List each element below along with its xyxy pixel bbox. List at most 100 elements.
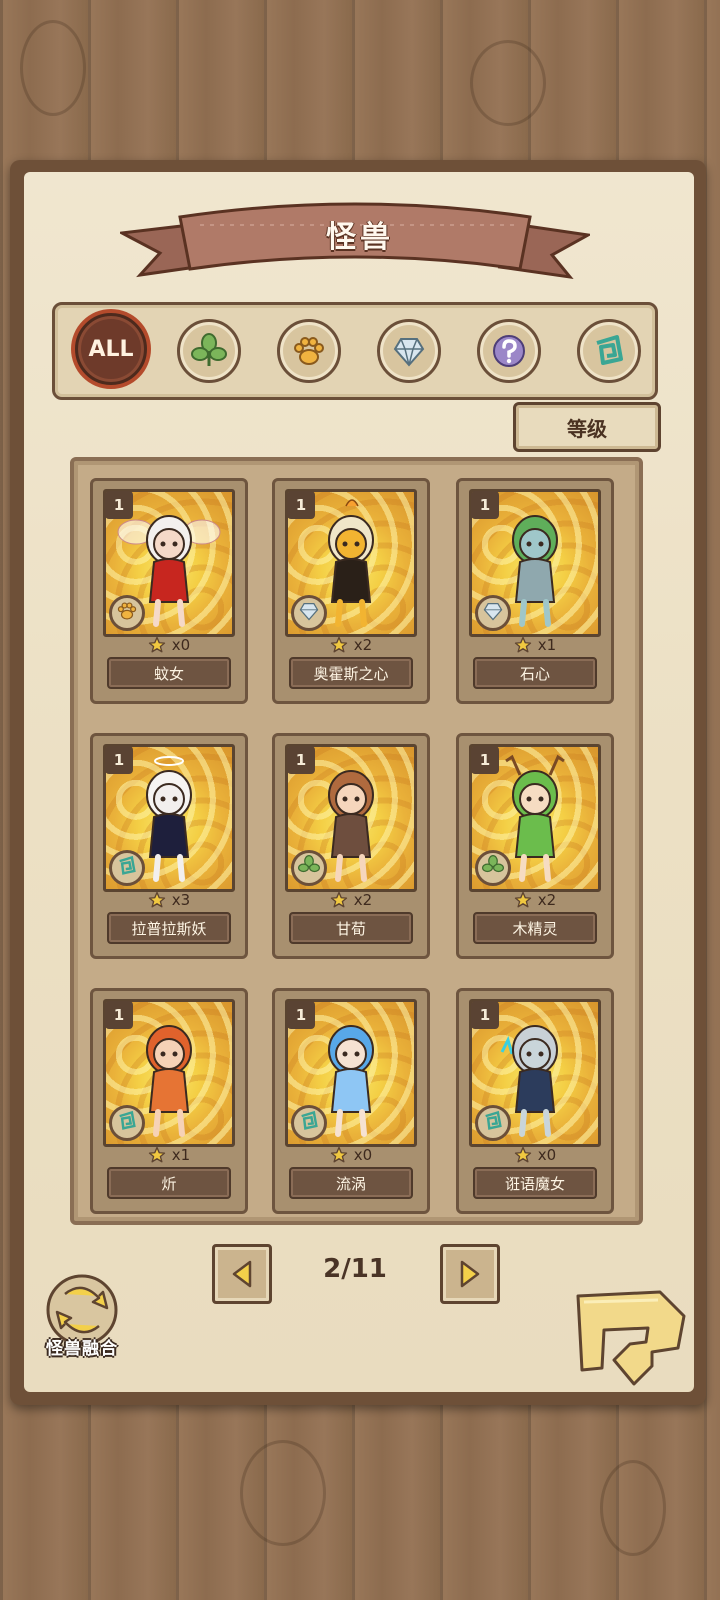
owned-count: x3: [93, 889, 245, 911]
type-badge: [109, 1105, 145, 1141]
monster-card[interactable]: 1 x2 甘荀: [272, 733, 430, 959]
paw-icon: [294, 337, 324, 365]
count-label: x1: [171, 1146, 191, 1164]
monster-card[interactable]: 1 x0 蚊女: [90, 478, 248, 704]
page-title: 怪兽: [326, 220, 394, 255]
monster-name: 木精灵: [473, 912, 597, 944]
star-icon: [514, 1146, 531, 1163]
owned-count: x1: [459, 634, 611, 656]
filter-beast-button[interactable]: [277, 319, 341, 383]
level-badge: 1: [471, 746, 499, 774]
star-icon: [514, 636, 531, 653]
monster-card[interactable]: 1 x2 奥霍斯之心: [272, 478, 430, 704]
filter-plant-button[interactable]: [177, 319, 241, 383]
spiral-icon: [482, 1110, 504, 1136]
spiral-icon: [596, 335, 623, 365]
arrow-left-icon: [232, 1260, 252, 1288]
count-label: x0: [171, 636, 191, 654]
count-label: x1: [537, 636, 557, 654]
star-icon: [330, 891, 347, 908]
owned-count: x0: [275, 1144, 427, 1166]
count-label: x2: [353, 891, 373, 909]
level-badge: 1: [105, 1001, 133, 1029]
monster-name: 拉普拉斯妖: [107, 912, 231, 944]
monster-name: 流涡: [289, 1167, 413, 1199]
owned-count: x0: [93, 634, 245, 656]
wood-knot: [600, 1460, 666, 1556]
monster-card[interactable]: 1 x1 石心: [456, 478, 614, 704]
filter-all-label: ALL: [88, 336, 134, 362]
spiral-icon: [116, 1110, 138, 1136]
filter-mineral-button[interactable]: [377, 319, 441, 383]
leaf-icon: [482, 855, 504, 881]
monster-name: 蚊女: [107, 657, 231, 689]
return-button[interactable]: [574, 1288, 690, 1388]
paw-icon: [116, 600, 138, 626]
star-icon: [514, 891, 531, 908]
leaf-icon: [191, 333, 227, 366]
owned-count: x1: [93, 1144, 245, 1166]
count-label: x0: [537, 1146, 557, 1164]
fusion-label: 怪兽融合: [46, 1339, 118, 1359]
star-icon: [148, 1146, 165, 1163]
page-indicator: 2/11: [323, 1254, 387, 1284]
monster-name: 炘: [107, 1167, 231, 1199]
monster-name: 石心: [473, 657, 597, 689]
type-badge: [291, 850, 327, 886]
spiral-icon: [116, 855, 138, 881]
monster-card[interactable]: 1 x2 木精灵: [456, 733, 614, 959]
leaf-icon: [298, 855, 320, 881]
star-icon: [330, 1146, 347, 1163]
level-badge: 1: [287, 746, 315, 774]
filter-unknown-button[interactable]: [477, 319, 541, 383]
crystal-icon: [393, 338, 425, 367]
next-page-button[interactable]: [440, 1244, 500, 1304]
owned-count: x0: [459, 1144, 611, 1166]
question-icon: [493, 335, 525, 367]
level-badge: 1: [471, 491, 499, 519]
monster-card[interactable]: 1 x0 流涡: [272, 988, 430, 1214]
filter-spirit-button[interactable]: [577, 319, 641, 383]
monster-card[interactable]: 1 x0 诳语魔女: [456, 988, 614, 1214]
crystal-icon: [482, 600, 504, 626]
spiral-icon: [298, 1110, 320, 1136]
type-badge: [475, 1105, 511, 1141]
owned-count: x2: [275, 889, 427, 911]
sort-level-button[interactable]: 等级: [513, 402, 661, 452]
star-icon: [148, 891, 165, 908]
level-badge: 1: [287, 1001, 315, 1029]
monster-name: 诳语魔女: [473, 1167, 597, 1199]
type-badge: [109, 595, 145, 631]
wood-knot: [240, 1440, 326, 1546]
count-label: x0: [353, 1146, 373, 1164]
monster-card[interactable]: 1 x1 炘: [90, 988, 248, 1214]
crystal-icon: [298, 600, 320, 626]
monster-name: 奥霍斯之心: [289, 657, 413, 689]
count-label: x2: [537, 891, 557, 909]
type-badge: [475, 595, 511, 631]
type-badge: [475, 850, 511, 886]
wood-knot: [20, 20, 86, 116]
filter-all-button[interactable]: ALL: [75, 313, 147, 385]
type-badge: [291, 595, 327, 631]
owned-count: x2: [275, 634, 427, 656]
count-label: x2: [353, 636, 373, 654]
owned-count: x2: [459, 889, 611, 911]
arrow-right-icon: [460, 1260, 480, 1288]
level-badge: 1: [287, 491, 315, 519]
category-filter-bar: ALL: [52, 302, 658, 400]
prev-page-button[interactable]: [212, 1244, 272, 1304]
monster-card[interactable]: 1 x3 拉普拉斯妖: [90, 733, 248, 959]
level-badge: 1: [105, 491, 133, 519]
count-label: x3: [171, 891, 191, 909]
type-badge: [291, 1105, 327, 1141]
wood-knot: [470, 40, 546, 126]
return-arrow-icon: [576, 1290, 686, 1386]
level-badge: 1: [105, 746, 133, 774]
monster-name: 甘荀: [289, 912, 413, 944]
star-icon: [330, 636, 347, 653]
monster-fusion-button[interactable]: 怪兽融合: [32, 1272, 132, 1362]
level-badge: 1: [471, 1001, 499, 1029]
star-icon: [148, 636, 165, 653]
type-badge: [109, 850, 145, 886]
